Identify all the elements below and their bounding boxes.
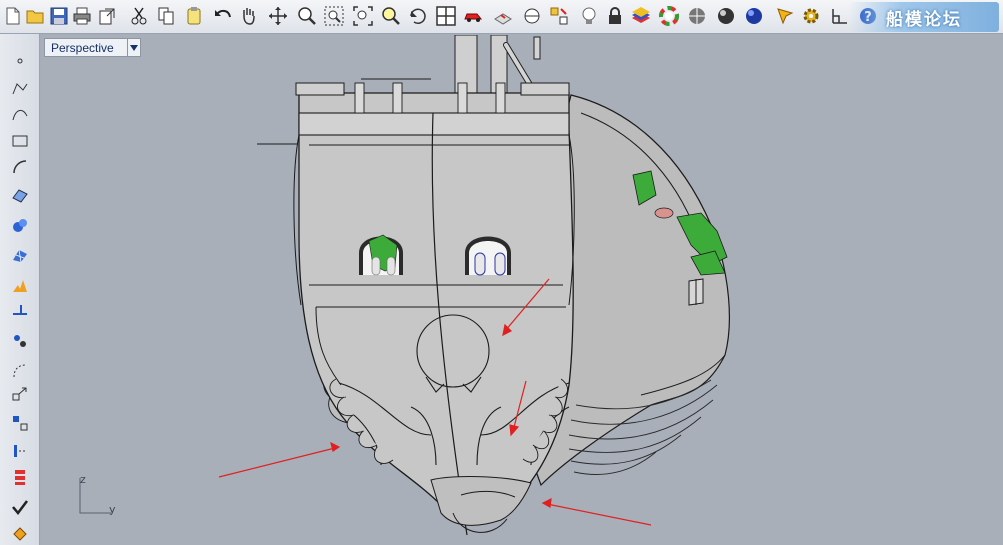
move-view-icon[interactable] [267,5,289,27]
cut-icon[interactable] [128,5,150,27]
surface-icon[interactable] [10,184,30,206]
arc-icon[interactable] [10,156,30,178]
rectangle-icon[interactable] [10,130,30,152]
ship-model-scene[interactable]: z y [41,35,1003,545]
main-toolbar: ? 船模论坛 [0,0,1003,34]
mesh-icon[interactable] [10,244,30,266]
annotation-arrow [541,497,652,526]
left-command-toolbar [0,34,40,545]
layers-color-icon[interactable] [630,5,652,27]
rotate-view-icon[interactable] [407,5,429,27]
blue-sphere-icon[interactable] [743,5,765,27]
dimension-icon[interactable] [829,5,851,27]
taffrail [298,112,570,136]
viewport-tab[interactable]: Perspective [44,38,141,57]
zoom-icon[interactable] [296,5,318,27]
print-icon[interactable] [71,5,93,27]
array-icon[interactable] [10,412,30,434]
solid-sphere-icon[interactable] [10,214,30,236]
trim-icon[interactable] [10,300,30,322]
axis-y-label: y [109,503,116,516]
import-icon[interactable] [96,5,118,27]
lock-icon[interactable] [604,5,626,27]
light-bulb-icon[interactable] [578,5,600,27]
save-icon[interactable] [48,5,70,27]
color-wheel-icon[interactable] [658,5,680,27]
undo-icon[interactable] [212,5,234,27]
open-folder-icon[interactable] [25,5,47,27]
watermark-text: 船模论坛 [886,9,962,30]
shaded-sphere-icon[interactable] [686,5,708,27]
curve-icon[interactable] [10,104,30,126]
grid-snap-icon[interactable] [521,5,543,27]
points-on-icon[interactable] [10,330,30,352]
new-file-icon[interactable] [2,5,24,27]
rendered-sphere-icon[interactable] [715,5,737,27]
polyline-icon[interactable] [10,78,30,100]
select-points-icon[interactable] [548,5,570,27]
check-icon[interactable] [10,496,30,518]
annotation-arrow [218,441,341,478]
point-icon[interactable] [10,50,30,72]
explode-icon[interactable] [10,274,30,296]
transform-icon[interactable] [10,384,30,406]
axis-z-label: z [80,473,86,486]
zoom-extents-icon[interactable] [352,5,374,27]
stern-window-right [465,236,511,276]
zoom-window-icon[interactable] [323,5,345,27]
rhino-application: ? 船模论坛 [0,0,1003,545]
dimension-tool-icon[interactable] [10,440,30,462]
paste-icon[interactable] [183,5,205,27]
car-icon[interactable] [462,5,484,27]
zoom-selected-icon[interactable] [380,5,402,27]
highlight-icon[interactable] [774,5,796,27]
rudder-keel [430,476,532,533]
viewport-title[interactable]: Perspective [45,41,127,55]
side-lantern [688,278,704,306]
axis-indicator: z y [79,473,116,516]
group-icon[interactable] [10,466,30,488]
gear-settings-icon[interactable] [800,5,822,27]
perspective-viewport[interactable]: z y Perspective [41,35,1003,545]
four-viewports-icon[interactable] [435,5,457,27]
stern-window-left [359,234,403,276]
rebuild-curve-icon[interactable] [10,360,30,382]
copy-icon[interactable] [155,5,177,27]
chevron-down-icon[interactable] [127,39,140,56]
layer-icon[interactable] [492,5,514,27]
pan-hand-icon[interactable] [238,5,260,27]
forum-watermark: 船模论坛 [849,2,999,32]
paint-bucket-icon[interactable] [10,522,30,544]
